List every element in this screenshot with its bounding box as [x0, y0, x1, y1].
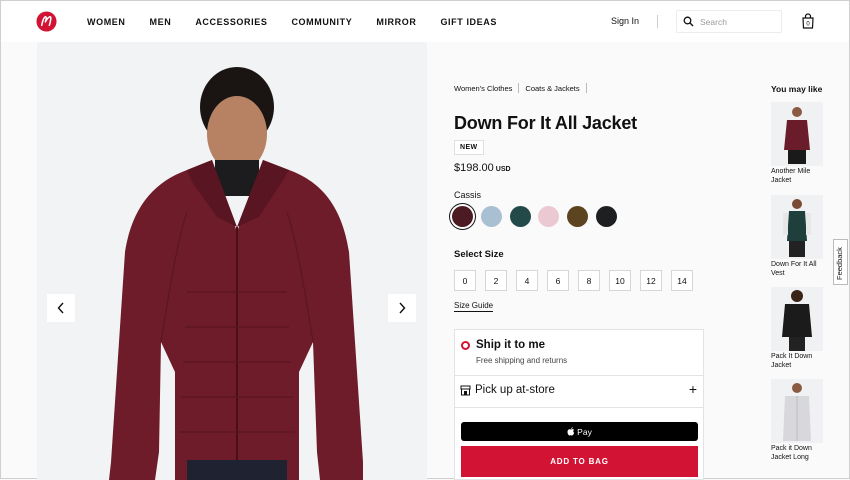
fulfillment-card: Ship it to me Free shipping and returns … [454, 329, 704, 480]
recommendation-name[interactable]: Pack It Down Jacket [771, 352, 826, 370]
previous-image-button[interactable] [47, 294, 75, 322]
shopping-bag-icon[interactable]: 0 [802, 13, 814, 29]
recommendation-image[interactable] [771, 102, 823, 166]
breadcrumb-womens-clothes[interactable]: Women's Clothes [454, 84, 512, 93]
size-selector: 0 2 4 6 8 10 12 14 [454, 270, 702, 291]
product-price: $198.00 USD [454, 162, 511, 174]
nav-community[interactable]: COMMUNITY [291, 17, 352, 27]
apple-pay-button[interactable]: Pay [461, 422, 698, 441]
product-image [37, 42, 427, 480]
color-swatch[interactable] [538, 206, 560, 227]
recommendation-item[interactable]: Pack It Down Jacket [771, 287, 826, 370]
nav-men[interactable]: MEN [150, 17, 172, 27]
breadcrumb-coats-jackets[interactable]: Coats & Jackets [525, 84, 579, 93]
product-thumbnail [784, 107, 810, 164]
lululemon-logo[interactable] [36, 11, 57, 32]
pickup-option[interactable]: Pick up at-store + [455, 376, 703, 408]
recommendation-item[interactable]: Down For It All Vest [771, 195, 826, 278]
pickup-title: Pick up at-store [475, 384, 555, 396]
size-guide-link[interactable]: Size Guide [454, 301, 494, 312]
recommendation-name[interactable]: Another Mile Jacket [771, 167, 826, 185]
plus-icon[interactable]: + [689, 381, 697, 397]
color-swatch[interactable] [452, 206, 473, 227]
add-to-bag-button[interactable]: ADD TO BAG [461, 446, 698, 477]
size-option[interactable]: 14 [671, 270, 693, 291]
size-option[interactable]: 12 [640, 270, 662, 291]
color-swatch[interactable] [480, 206, 502, 227]
nav-accessories[interactable]: ACCESSORIES [195, 17, 267, 27]
recommendation-name[interactable]: Down For It All Vest [771, 260, 826, 278]
store-icon [460, 385, 471, 396]
size-option[interactable]: 0 [454, 270, 476, 291]
apple-icon [567, 427, 575, 436]
search-input[interactable]: Search [676, 10, 782, 33]
next-image-button[interactable] [388, 294, 416, 322]
breadcrumb-separator [518, 83, 520, 93]
select-size-label: Select Size [454, 249, 504, 260]
recommendation-image[interactable] [771, 195, 823, 259]
feedback-tab[interactable]: Feedback [833, 239, 848, 285]
size-option[interactable]: 4 [516, 270, 538, 291]
ship-radio-selected[interactable] [461, 341, 470, 350]
model-in-jacket-illustration [37, 42, 427, 480]
nav-mirror[interactable]: MIRROR [376, 17, 416, 27]
color-swatches [452, 206, 625, 227]
sign-in-link[interactable]: Sign In [611, 16, 639, 26]
product-thumbnail [783, 383, 811, 441]
search-placeholder: Search [700, 17, 727, 27]
chevron-right-icon [399, 302, 406, 314]
chevron-left-icon [57, 302, 64, 314]
size-option[interactable]: 8 [578, 270, 600, 291]
svg-text:0: 0 [806, 22, 810, 28]
apple-pay-label: Pay [577, 426, 592, 437]
search-icon [683, 16, 694, 27]
product-thumbnail [782, 290, 812, 351]
product-thumbnail [783, 199, 811, 257]
new-badge: NEW [454, 140, 484, 155]
main-nav: WOMEN MEN ACCESSORIES COMMUNITY MIRROR G… [87, 1, 521, 42]
site-header: WOMEN MEN ACCESSORIES COMMUNITY MIRROR G… [1, 1, 849, 42]
color-swatch[interactable] [567, 206, 589, 227]
recommendation-item[interactable]: Another Mile Jacket [771, 102, 826, 185]
size-option[interactable]: 2 [485, 270, 507, 291]
ship-title: Ship it to me [476, 339, 545, 351]
breadcrumb: Women's Clothes Coats & Jackets [454, 83, 593, 93]
size-option[interactable]: 6 [547, 270, 569, 291]
breadcrumb-separator [585, 83, 587, 93]
recommendation-item[interactable]: Pack it Down Jacket Long [771, 379, 826, 462]
selected-color-name: Cassis [454, 190, 482, 200]
ship-subtitle: Free shipping and returns [476, 356, 568, 365]
ship-it-option[interactable]: Ship it to me Free shipping and returns [455, 330, 703, 376]
color-swatch[interactable] [595, 206, 617, 227]
price-amount: $198.00 [454, 162, 494, 174]
product-title: Down For It All Jacket [454, 113, 637, 133]
feedback-label: Feedback [835, 247, 844, 280]
size-option[interactable]: 10 [609, 270, 631, 291]
header-divider [657, 15, 658, 28]
recommendation-image[interactable] [771, 379, 823, 443]
color-swatch[interactable] [509, 206, 531, 227]
nav-women[interactable]: WOMEN [87, 17, 126, 27]
recommendation-name[interactable]: Pack it Down Jacket Long [771, 444, 826, 462]
nav-gift-ideas[interactable]: GIFT IDEAS [440, 17, 497, 27]
recommendation-image[interactable] [771, 287, 823, 351]
you-may-like-heading: You may like [771, 84, 823, 94]
price-currency: USD [495, 166, 511, 173]
